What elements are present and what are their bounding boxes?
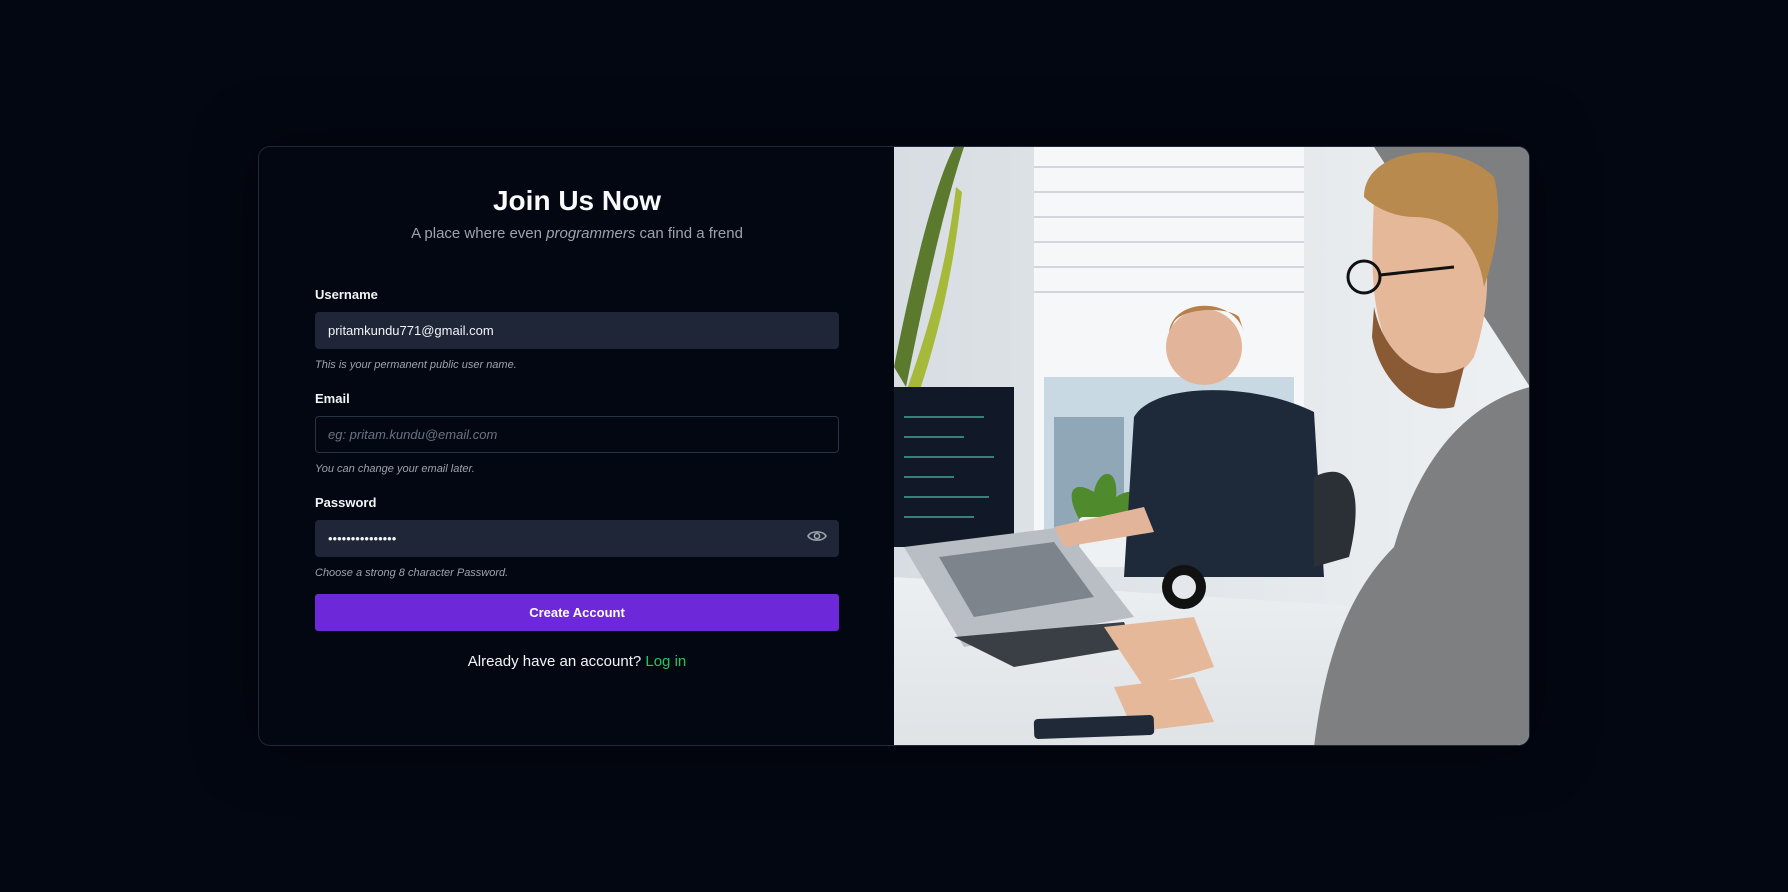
eye-icon[interactable] — [807, 529, 827, 543]
signup-form: Join Us Now A place where even programme… — [259, 147, 894, 745]
email-input[interactable] — [315, 416, 839, 453]
subtitle-text-start: A place where even — [411, 225, 547, 242]
username-input[interactable] — [315, 312, 839, 349]
subtitle-text-end: can find a frend — [635, 225, 743, 242]
create-account-button[interactable]: Create Account — [315, 594, 839, 631]
office-scene-illustration — [894, 147, 1529, 745]
email-hint: You can change your email later. — [315, 463, 475, 475]
password-label: Password — [315, 495, 377, 510]
office-photo — [894, 147, 1529, 745]
signup-card: Join Us Now A place where even programme… — [258, 146, 1530, 746]
login-link[interactable]: Log in — [645, 653, 686, 670]
page-subtitle: A place where even programmers can find … — [259, 225, 895, 242]
password-input[interactable] — [315, 520, 839, 557]
page: Join Us Now A place where even programme… — [0, 0, 1788, 892]
login-prompt: Already have an account? Log in — [259, 653, 895, 670]
login-prompt-text: Already have an account? — [467, 653, 646, 670]
username-hint: This is your permanent public user name. — [315, 359, 517, 371]
subtitle-emphasis: programmers — [546, 225, 636, 242]
page-title: Join Us Now — [492, 185, 661, 216]
password-hint: Choose a strong 8 character Password. — [315, 567, 509, 579]
email-label: Email — [315, 391, 350, 406]
username-label: Username — [315, 287, 378, 302]
